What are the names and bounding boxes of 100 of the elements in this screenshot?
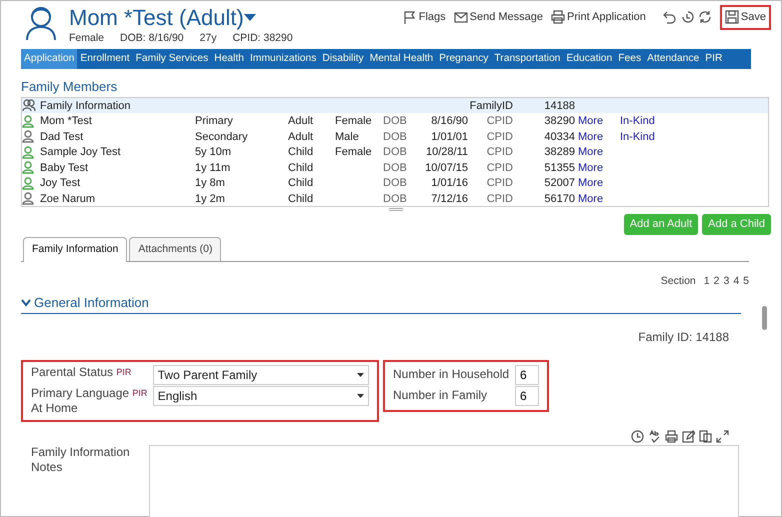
save-icon [724, 10, 739, 24]
caret-down-icon[interactable] [244, 14, 256, 22]
form-tab[interactable]: Attachments (0) [129, 236, 222, 262]
person-name: Mom *Test (Adult) [69, 5, 244, 31]
table-cell-text: 10/28/11 [424, 145, 468, 160]
member-link[interactable]: More [575, 144, 617, 160]
print-link[interactable]: Print Application [551, 9, 646, 26]
notes-field[interactable] [149, 444, 739, 517]
edit-icon[interactable] [682, 430, 695, 442]
table-cell-text: Child [288, 160, 314, 176]
person-age: 27y [200, 31, 217, 46]
flag-icon [402, 10, 417, 24]
table-cell-text: 52007 [543, 176, 575, 191]
nav-tab[interactable]: Education [563, 49, 616, 69]
chevron-down-icon[interactable] [21, 298, 31, 307]
nav-tab[interactable]: Enrollment [77, 49, 133, 69]
table-cell-text: 1/01/16 [430, 176, 468, 191]
table-cell-text: DOB [383, 145, 408, 160]
nav-tab[interactable]: Transportation [491, 49, 564, 69]
table-cell-text: 8/16/90 [430, 114, 468, 129]
people-icon [22, 99, 36, 112]
history-icon[interactable] [680, 10, 694, 24]
flag-link[interactable]: Flags [402, 9, 446, 26]
table-cell-text: Baby Test [40, 160, 90, 176]
nav-tab[interactable]: Immunizations [247, 49, 320, 69]
table-cell-text: Adult [288, 130, 314, 144]
table-cell-text: Female [335, 145, 373, 160]
number-field[interactable]: 6 [515, 386, 539, 406]
section-link[interactable]: 5 [743, 274, 749, 290]
table-cell-text: FamilyID [468, 98, 513, 114]
envelope-icon [454, 10, 468, 24]
family-id-text: Family ID: 14188 [637, 328, 729, 346]
nav-tab[interactable]: Health [211, 49, 248, 69]
nav-tab[interactable]: Attendance [644, 49, 702, 69]
table-cell-text: Secondary [195, 130, 249, 144]
resize-handle[interactable] [389, 208, 403, 211]
table-cell-text: 10/07/15 [424, 160, 468, 176]
member-link[interactable]: More [575, 190, 617, 207]
table-cell-text: CPID [486, 176, 513, 191]
nav-tab[interactable]: PIR [702, 49, 726, 69]
table-cell-text: Adult [288, 114, 314, 129]
field-label: Family Information Notes [31, 444, 131, 476]
number-field[interactable]: 6 [515, 364, 539, 384]
table-cell-text: CPID [486, 130, 513, 144]
table-cell-text: 1y 8m [195, 176, 226, 191]
table-cell-text: Child [288, 145, 314, 160]
nav-tab[interactable]: Family Services [132, 49, 212, 69]
table-cell-text: CPID [486, 192, 513, 206]
dropdown-field[interactable]: Two Parent Family [152, 364, 369, 384]
table-cell-text: Female [335, 114, 373, 129]
printer-icon[interactable] [665, 430, 678, 442]
scrollbar[interactable] [762, 306, 767, 330]
field-label: Number in Household [393, 367, 510, 382]
person-gender: Female [69, 31, 104, 46]
clock-icon[interactable] [631, 430, 644, 442]
field-label: Parental Status PIR [31, 364, 132, 380]
nav-tab[interactable]: Mental Health [366, 49, 436, 69]
copy-icon[interactable] [699, 430, 712, 442]
section-link[interactable]: 1 [704, 274, 710, 290]
save-button[interactable]: Save [720, 5, 771, 30]
table-cell-text: 5y 10m [195, 145, 232, 160]
table-cell-text: DOB [383, 130, 408, 144]
person-cpid: CPID: 38290 [232, 31, 293, 46]
undo-icon[interactable] [662, 10, 676, 24]
table-cell-text: 38290 [543, 114, 575, 129]
member-link[interactable]: More [575, 128, 617, 145]
section-link[interactable]: 2 [714, 274, 720, 290]
table-cell-text: Sample Joy Test [40, 145, 122, 160]
table-cell-text: CPID [486, 145, 513, 160]
mail-link[interactable]: Send Message [454, 9, 544, 26]
form-tab[interactable]: Family Information [23, 236, 128, 262]
table-cell-text: 1y 11m [195, 160, 232, 176]
table-cell-text: 7/12/16 [430, 192, 468, 206]
table-cell-text: Joy Test [40, 176, 82, 191]
member-link[interactable]: In-Kind [617, 128, 768, 145]
table-cell-text: Mom *Test [40, 114, 93, 129]
expand-icon[interactable] [716, 430, 729, 442]
table-cell-text: Child [288, 192, 314, 206]
nav-tab[interactable]: Disability [319, 49, 367, 69]
nav-tab[interactable]: Fees [615, 49, 644, 69]
section-label: Section [660, 274, 696, 290]
member-link[interactable]: More [575, 113, 617, 130]
table-cell-text: 1/01/01 [430, 130, 468, 144]
table-cell-text: CPID [486, 114, 513, 129]
section-link[interactable]: 4 [733, 274, 740, 290]
section-link[interactable]: 3 [723, 274, 730, 290]
spellcheck-icon[interactable] [648, 430, 661, 442]
table-cell-text: 1y 2m [195, 192, 226, 206]
table-cell-text: 14188 [543, 98, 575, 114]
member-link[interactable]: In-Kind [617, 113, 768, 130]
table-cell-text: 51355 [543, 160, 575, 176]
table-cell-text: DOB [383, 160, 408, 176]
section-heading[interactable]: General Information [34, 293, 149, 312]
table-cell-text: Child [288, 176, 314, 191]
member-link[interactable]: More [575, 160, 617, 176]
member-link[interactable]: More [575, 175, 617, 192]
refresh-icon[interactable] [698, 10, 712, 24]
field-label: Primary Language PIR At Home [31, 386, 148, 416]
nav-tab[interactable]: Pregnancy [436, 49, 492, 69]
dropdown-field[interactable]: English [152, 386, 369, 406]
